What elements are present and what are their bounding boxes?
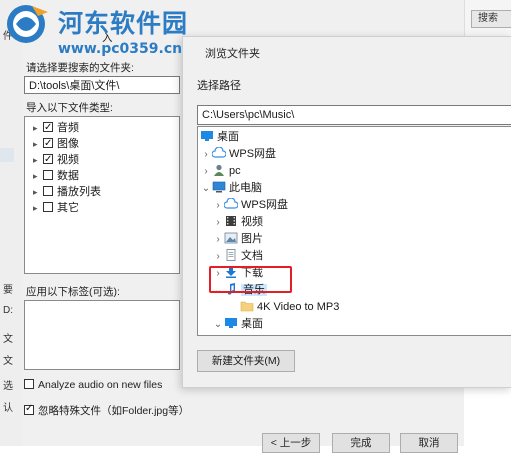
tree-item-documents[interactable]: › 文档	[212, 248, 263, 264]
playlist-checkbox[interactable]	[43, 186, 53, 196]
chevron-right-icon[interactable]: ›	[212, 215, 224, 231]
tree-item-videos[interactable]: › 视频	[212, 214, 263, 230]
file-type-playlist[interactable]: ▸ 播放列表	[33, 184, 101, 200]
folder-tree: 桌面 › WPS网盘 › pc ⌄ 此电脑 › WPS网盘 › 视频 › 图片 › 文档	[197, 126, 511, 336]
chevron-right-icon[interactable]: ›	[212, 198, 224, 214]
tree-item-4k-video-to-mp3[interactable]: 4K Video to MP3	[240, 299, 339, 315]
chevron-right-icon[interactable]: ›	[212, 232, 224, 248]
left-fragment: 要	[3, 285, 13, 296]
tree-item-this-pc[interactable]: ⌄ 此电脑	[200, 180, 262, 196]
tree-item-fs[interactable]: FS	[240, 333, 271, 336]
analyze-audio-checkbox[interactable]	[24, 379, 34, 389]
tree-item-desktop-pc[interactable]: ⌄ 桌面	[212, 316, 263, 332]
background-app-left-strip: 件 要 D: 文 文 选 认	[0, 0, 23, 446]
chevron-right-icon[interactable]: ›	[200, 164, 212, 180]
video-checkbox[interactable]	[43, 152, 53, 168]
file-type-image[interactable]: ▸图像	[33, 136, 79, 152]
file-type-video[interactable]: ▸视频	[33, 152, 79, 168]
chevron-down-icon[interactable]: ⌄	[212, 317, 224, 333]
ignore-special-option[interactable]: 忽略特殊文件（如Folder.jpg等）	[24, 403, 189, 418]
cloud-icon	[212, 147, 226, 158]
file-types-label: 导入以下文件类型:	[26, 102, 113, 114]
file-type-audio[interactable]: ▸音频	[33, 120, 79, 136]
computer-icon	[212, 181, 226, 193]
picture-icon	[224, 232, 238, 244]
tags-input[interactable]	[24, 300, 180, 370]
user-icon	[214, 164, 224, 176]
back-button[interactable]: < 上一步	[262, 433, 320, 453]
tree-item-wps-cloud[interactable]: › WPS网盘	[200, 146, 276, 162]
tree-item-desktop[interactable]: 桌面	[200, 129, 239, 145]
search-button[interactable]: 搜索	[471, 10, 511, 28]
folder-icon	[240, 301, 254, 312]
watermark-site-name: 河东软件园	[58, 9, 189, 38]
left-fragment: D:	[3, 305, 13, 316]
chevron-down-icon[interactable]: ⌄	[200, 181, 212, 197]
file-type-data[interactable]: ▸ 数据	[33, 168, 79, 184]
tree-item-user[interactable]: › pc	[200, 163, 241, 179]
cloud-icon	[224, 198, 238, 209]
folder-icon	[240, 334, 254, 336]
chevron-right-icon[interactable]: ›	[212, 249, 224, 265]
other-checkbox[interactable]	[43, 202, 53, 212]
browse-dialog-title: 浏览文件夹	[205, 48, 260, 60]
ignore-special-checkbox[interactable]	[24, 403, 34, 415]
data-checkbox[interactable]	[43, 170, 53, 180]
search-folder-input[interactable]: D:\tools\桌面\文件\	[24, 76, 180, 94]
search-folder-label: 请选择要搜索的文件夹:	[26, 62, 134, 74]
tree-item-wps-cloud-pc[interactable]: › WPS网盘	[212, 197, 288, 213]
tree-item-pictures[interactable]: › 图片	[212, 231, 263, 247]
image-checkbox[interactable]	[43, 136, 53, 152]
watermark-url: www.pc0359.cn	[58, 41, 183, 57]
choose-path-heading: 选择路径	[197, 80, 241, 92]
file-type-other[interactable]: ▸ 其它	[33, 200, 79, 216]
analyze-audio-option[interactable]: Analyze audio on new files	[24, 379, 162, 391]
desktop-icon	[201, 131, 213, 141]
background-app-right-strip: 搜索	[464, 0, 511, 36]
tags-label: 应用以下标签(可选):	[26, 286, 120, 298]
left-fragment: 选	[3, 381, 13, 392]
background-app-selection	[0, 148, 14, 162]
path-input[interactable]: C:\Users\pc\Music\	[197, 105, 511, 125]
music-highlight-annotation	[209, 266, 292, 293]
chevron-right-icon[interactable]: ›	[200, 147, 212, 163]
browse-folder-dialog: 浏览文件夹 选择路径 C:\Users\pc\Music\ 桌面 › WPS网盘 …	[182, 36, 511, 388]
document-icon	[226, 249, 236, 261]
left-fragment: 文	[3, 334, 13, 345]
site-logo-icon	[7, 5, 48, 43]
finish-button[interactable]: 完成	[332, 433, 390, 453]
audio-checkbox[interactable]	[43, 120, 53, 136]
cancel-button[interactable]: 取消	[400, 433, 458, 453]
file-types-list: ▸音频 ▸图像 ▸视频 ▸数据 ▸播放列表 ▸其它	[24, 116, 180, 274]
left-fragment: 文	[3, 356, 13, 367]
desktop-icon	[225, 318, 237, 328]
video-icon	[226, 216, 236, 226]
new-folder-button[interactable]: 新建文件夹(M)	[197, 350, 295, 372]
left-fragment: 认	[3, 403, 13, 414]
